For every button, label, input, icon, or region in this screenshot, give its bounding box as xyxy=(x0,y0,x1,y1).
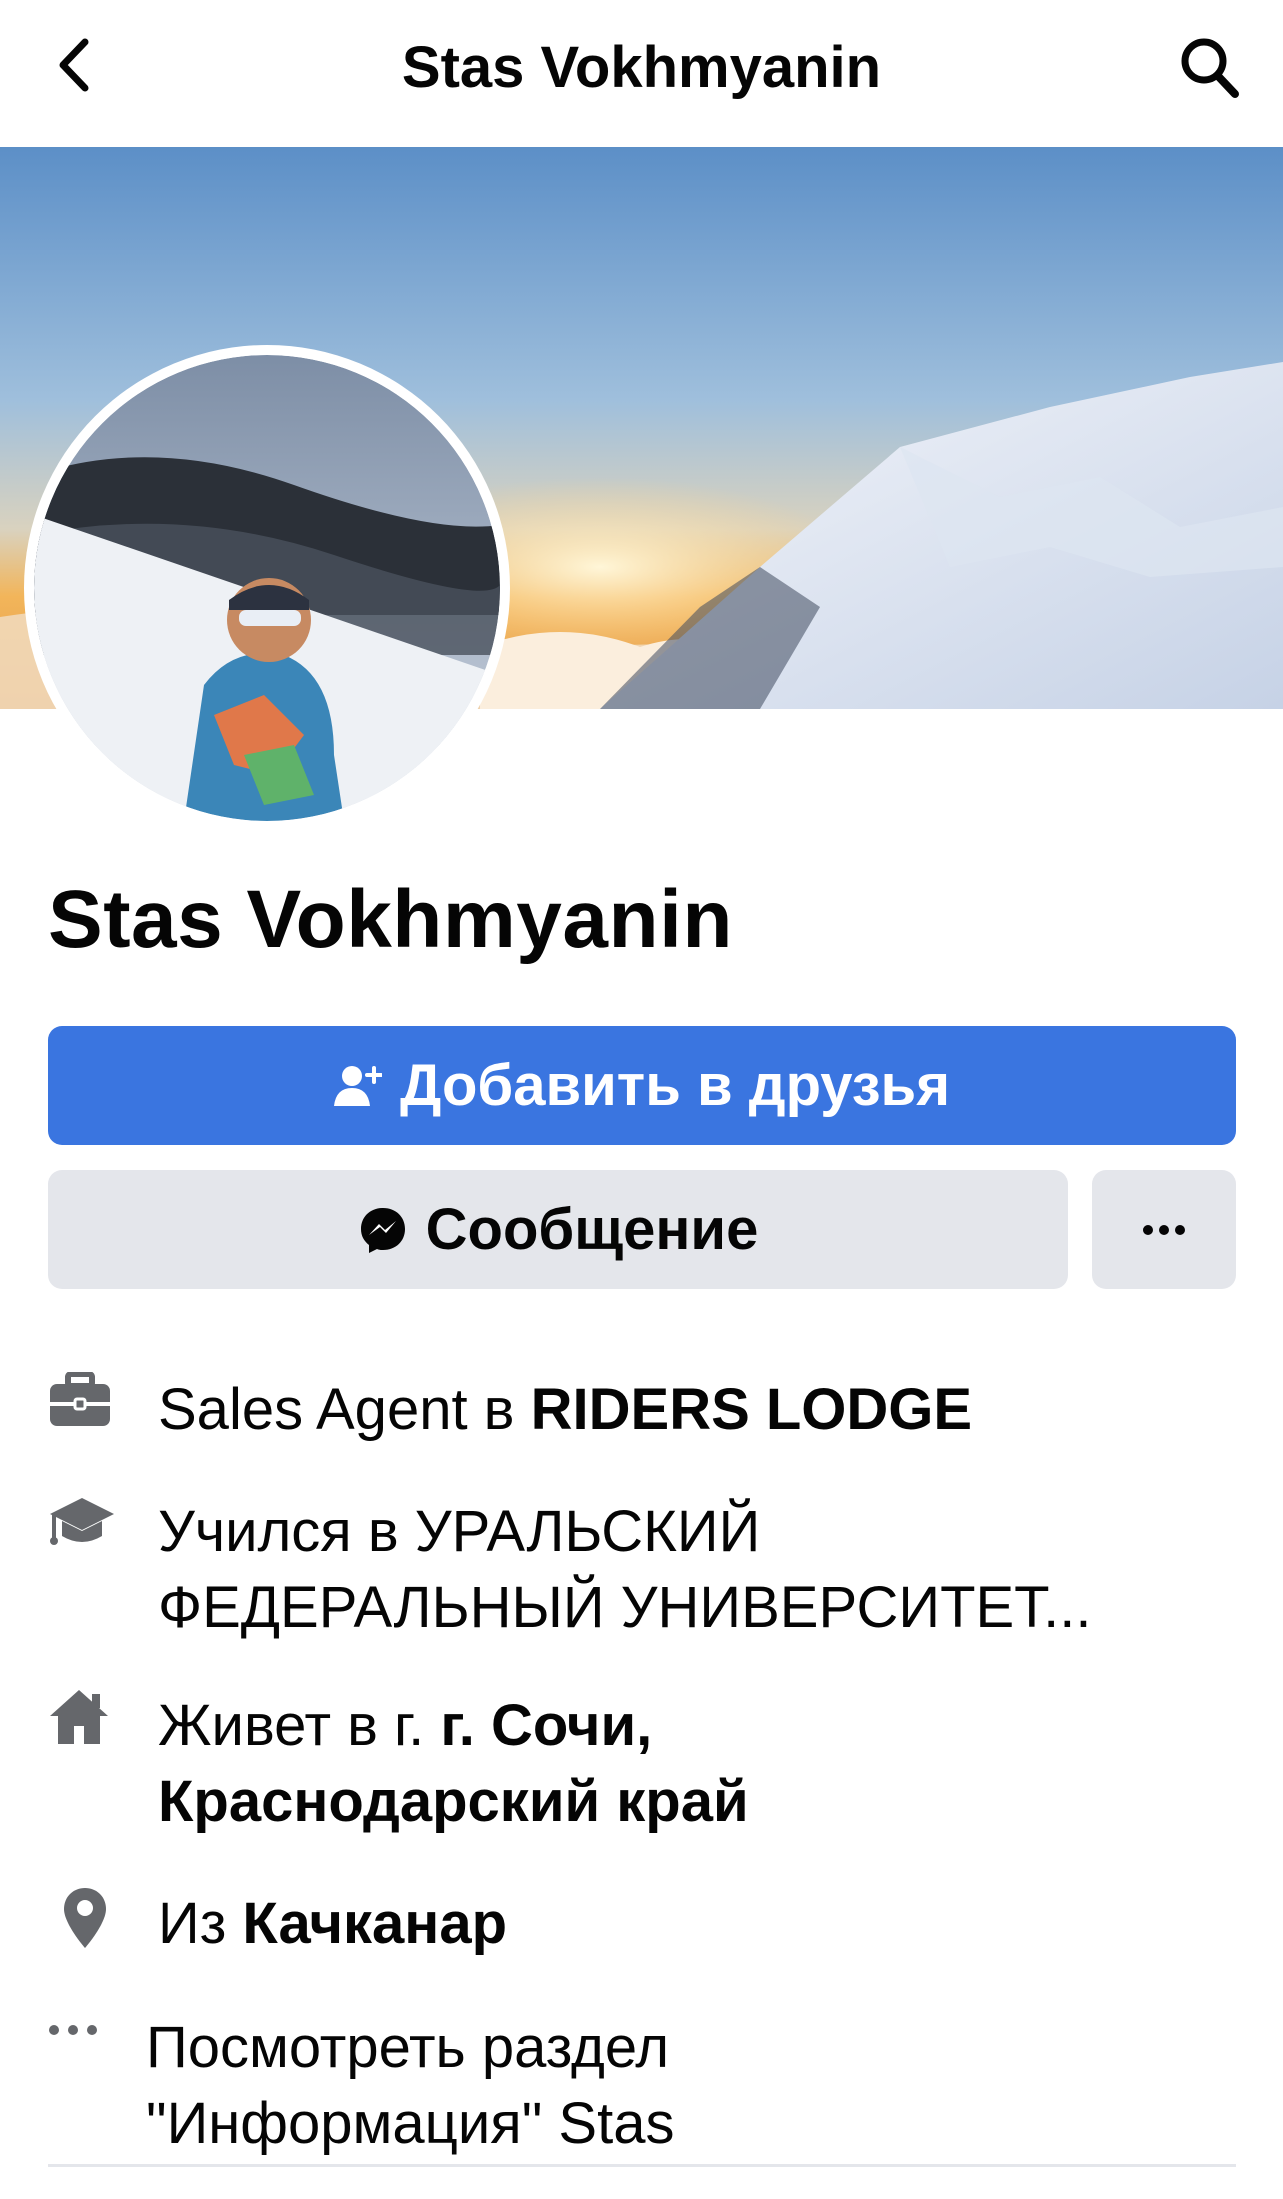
search-button[interactable] xyxy=(1175,28,1245,108)
lives-prefix: Живет в г. xyxy=(158,1693,441,1758)
education-line2[interactable]: ФЕДЕРАЛЬНЫЙ УНИВЕРСИТЕТ... xyxy=(158,1570,1268,1646)
section-divider xyxy=(48,2164,1236,2167)
messenger-icon xyxy=(360,1207,405,1253)
search-icon xyxy=(1181,38,1239,98)
more-dots-icon xyxy=(48,2024,132,2094)
home-icon xyxy=(48,1688,132,1758)
work-place-link[interactable]: RIDERS LODGE xyxy=(531,1377,973,1442)
profile-avatar[interactable] xyxy=(24,345,510,831)
message-button[interactable]: Сообщение xyxy=(48,1170,1068,1289)
briefcase-icon xyxy=(48,1372,132,1442)
from-prefix: Из xyxy=(158,1891,243,1956)
add-friend-icon xyxy=(333,1065,382,1106)
message-label: Сообщение xyxy=(425,1197,759,1262)
lives-place-line2[interactable]: Краснодарский край xyxy=(158,1769,749,1834)
see-about-line2: "Информация" Stas xyxy=(146,2091,675,2156)
back-button[interactable] xyxy=(44,30,104,100)
info-current-city: Живет в г. г. Сочи, Краснодарский край xyxy=(48,1688,1248,1848)
add-friend-label: Добавить в друзья xyxy=(399,1053,951,1118)
more-options-button[interactable] xyxy=(1092,1170,1236,1289)
lives-place-link[interactable]: г. Сочи, xyxy=(440,1693,652,1758)
chevron-left-icon xyxy=(59,38,89,92)
see-about-line1: Посмотреть раздел xyxy=(146,2015,670,2080)
more-icon xyxy=(1143,1224,1185,1235)
location-pin-icon xyxy=(62,1886,146,1956)
info-hometown: Из Качканар xyxy=(48,1886,1248,1966)
add-friend-button[interactable]: Добавить в друзья xyxy=(48,1026,1236,1145)
info-education: Учился в УРАЛЬСКИЙ ФЕДЕРАЛЬНЫЙ УНИВЕРСИТ… xyxy=(48,1494,1248,1654)
top-bar: Stas Vokhmyanin xyxy=(0,0,1283,147)
profile-name: Stas Vokhmyanin xyxy=(48,874,733,965)
education-line1: Учился в УРАЛЬСКИЙ xyxy=(158,1499,761,1564)
header-title: Stas Vokhmyanin xyxy=(401,35,882,100)
see-about-info-link[interactable]: Посмотреть раздел "Информация" Stas xyxy=(48,2010,1248,2170)
graduation-cap-icon xyxy=(48,1494,132,1564)
hometown-link[interactable]: Качканар xyxy=(242,1891,507,1956)
info-work: Sales Agent в RIDERS LODGE xyxy=(48,1372,1248,1452)
work-prefix: Sales Agent в xyxy=(158,1377,531,1442)
